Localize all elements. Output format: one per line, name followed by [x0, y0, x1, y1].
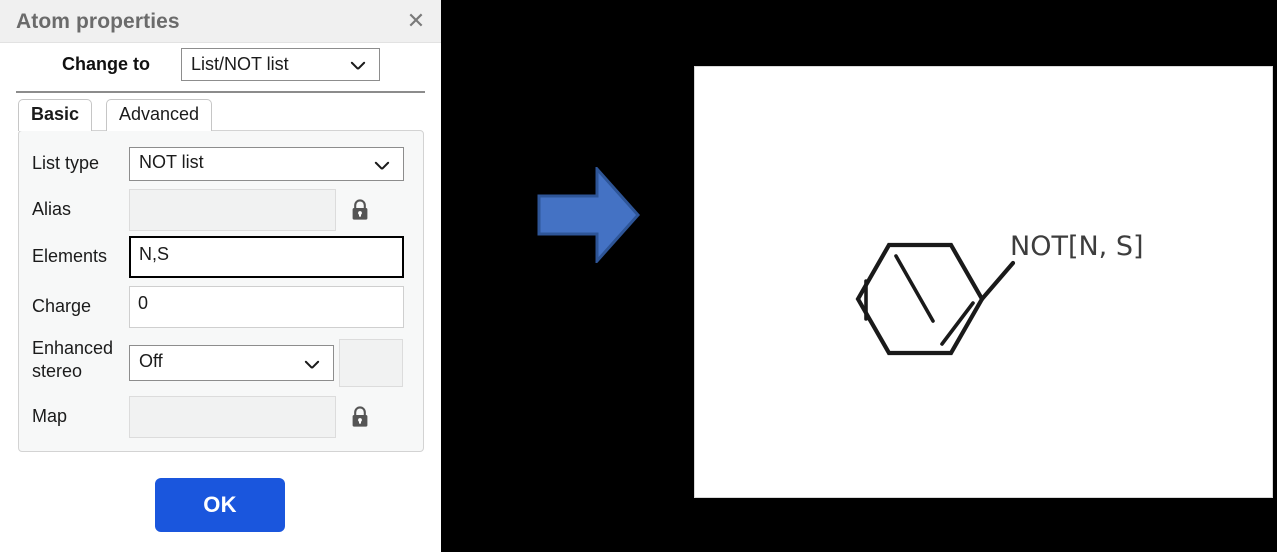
field-row-charge: Charge 0: [19, 286, 425, 330]
charge-label: Charge: [32, 296, 92, 316]
field-row-list-type: List type NOT list: [19, 147, 425, 183]
lock-icon: [349, 198, 371, 222]
chevron-down-icon: [375, 161, 389, 170]
list-type-value: NOT list: [139, 152, 204, 172]
close-icon[interactable]: ✕: [403, 8, 429, 34]
atom-properties-dialog: Atom properties ✕ Change to List/NOT lis…: [0, 0, 441, 552]
field-row-map: Map: [19, 396, 425, 440]
dialog-header: Atom properties ✕: [0, 0, 441, 43]
chevron-down-icon: [305, 360, 319, 369]
benzene-ring-structure: [855, 242, 1016, 356]
enhanced-stereo-label-line1: Enhanced: [32, 338, 114, 358]
field-row-alias: Alias: [19, 189, 425, 233]
structure-canvas[interactable]: NOT[N, S]: [694, 66, 1273, 498]
alias-label: Alias: [32, 199, 72, 219]
change-to-value: List/NOT list: [191, 54, 289, 74]
charge-value: 0: [138, 293, 149, 313]
map-input: [129, 396, 336, 438]
field-row-enhanced-stereo: Enhanced stereo Off: [19, 336, 425, 392]
change-to-select[interactable]: List/NOT list: [181, 48, 380, 81]
atom-list-label: NOT[N, S]: [1010, 231, 1144, 262]
enhanced-stereo-select[interactable]: Off: [129, 345, 334, 381]
enhanced-stereo-label-line2: stereo: [32, 360, 83, 381]
enhanced-stereo-group-input: [339, 339, 403, 387]
map-label: Map: [32, 406, 68, 426]
chevron-down-icon: [351, 61, 365, 70]
enhanced-stereo-value: Off: [139, 351, 163, 371]
page-title: Atom properties: [16, 10, 180, 33]
tab-advanced[interactable]: Advanced: [106, 99, 213, 131]
tab-basic[interactable]: Basic: [18, 99, 93, 131]
divider: [16, 91, 425, 93]
canvas-area: NOT[N, S]: [441, 0, 1277, 552]
ok-button[interactable]: OK: [155, 478, 285, 532]
elements-input[interactable]: N,S: [129, 236, 404, 278]
list-type-label: List type: [32, 153, 100, 173]
lock-icon: [349, 405, 371, 429]
charge-input[interactable]: 0: [129, 286, 404, 328]
alias-input: [129, 189, 336, 231]
basic-tab-panel: List type NOT list Alias Elements N,S Ch…: [18, 130, 424, 452]
elements-value: N,S: [139, 244, 170, 264]
change-to-row: Change to List/NOT list: [0, 46, 441, 83]
list-type-select[interactable]: NOT list: [129, 147, 404, 181]
field-row-elements: Elements N,S: [19, 236, 425, 280]
change-to-label: Change to: [62, 54, 150, 74]
right-arrow-icon: [537, 167, 640, 263]
elements-label: Elements: [32, 246, 108, 266]
enhanced-stereo-label: Enhanced stereo: [32, 337, 113, 382]
